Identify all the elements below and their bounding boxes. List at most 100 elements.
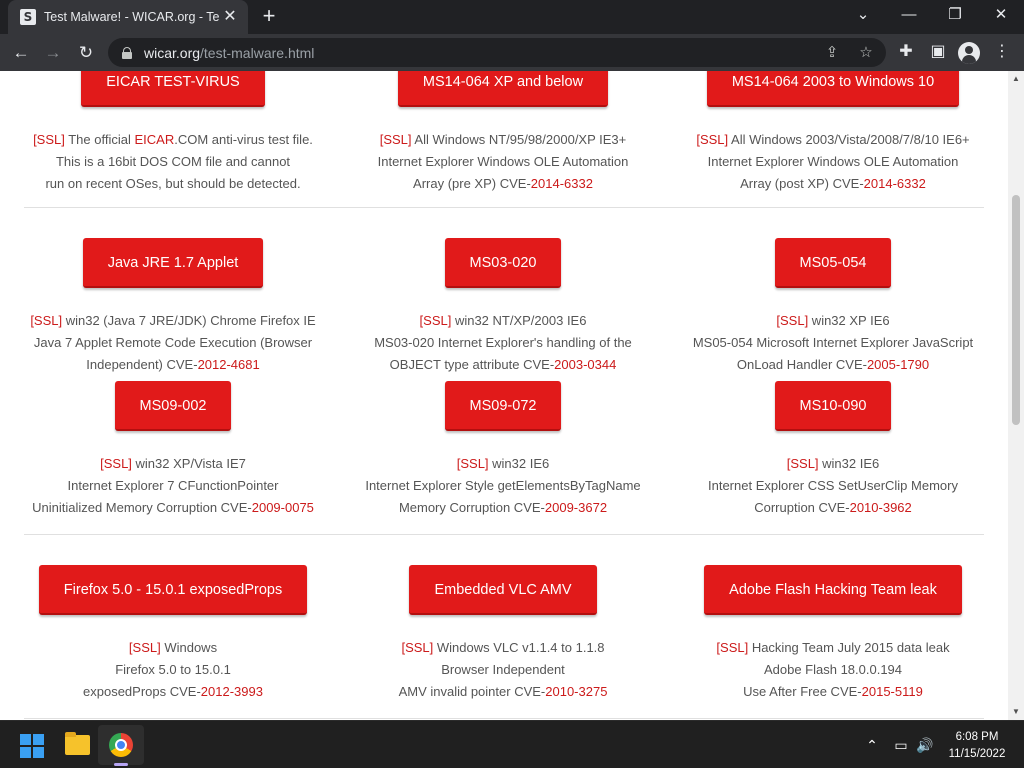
scroll-up-arrow-icon[interactable]: ▲: [1008, 71, 1024, 87]
file-explorer-icon[interactable]: [65, 732, 90, 755]
browser-tab[interactable]: S Test Malware! - WICAR.org - Test ✕: [8, 0, 248, 34]
extensions-puzzle-icon[interactable]: ✚: [894, 40, 918, 64]
restore-button[interactable]: ❐: [932, 0, 978, 30]
system-clock[interactable]: 6:08 PM 11/15/2022: [942, 729, 1012, 763]
network-icon[interactable]: ▭: [890, 735, 912, 755]
scroll-down-arrow-icon[interactable]: ▼: [1008, 704, 1024, 720]
reload-button[interactable]: ↻: [73, 40, 99, 66]
section-divider: [24, 718, 984, 719]
exploit-test-button[interactable]: MS14-064 2003 to Windows 10: [706, 71, 960, 107]
ssl-link[interactable]: [SSL]: [30, 313, 62, 328]
description-line: [SSL] win32 IE6: [668, 453, 998, 475]
exploit-description: [SSL] All Windows 2003/Vista/2008/7/8/10…: [668, 129, 998, 195]
volume-icon[interactable]: 🔊: [914, 735, 936, 755]
windows-start-icon[interactable]: [20, 734, 44, 758]
ssl-link[interactable]: [SSL]: [716, 640, 748, 655]
description-text: All Windows NT/95/98/2000/XP IE3+: [411, 132, 627, 147]
clock-date: 11/15/2022: [948, 748, 1006, 760]
lock-icon[interactable]: [122, 46, 132, 59]
forward-button[interactable]: →: [40, 40, 66, 66]
exploit-test-button[interactable]: Java JRE 1.7 Applet: [82, 238, 264, 288]
chrome-icon[interactable]: [109, 733, 133, 757]
ssl-link[interactable]: [SSL]: [420, 313, 452, 328]
description-line: [SSL] win32 IE6: [338, 453, 668, 475]
description-line: [SSL] Windows VLC v1.1.4 to 1.1.8: [338, 637, 668, 659]
tab-search-chevron-icon[interactable]: ⌄: [840, 0, 886, 30]
exploit-test-button[interactable]: MS09-072: [444, 381, 562, 431]
ssl-link[interactable]: [SSL]: [100, 456, 132, 471]
reference-link[interactable]: 2009-3672: [545, 500, 607, 515]
ssl-link[interactable]: [SSL]: [776, 313, 808, 328]
description-line: [SSL] win32 XP/Vista IE7: [8, 453, 338, 475]
ssl-link[interactable]: [SSL]: [380, 132, 412, 147]
section-divider: [24, 534, 984, 535]
ssl-link[interactable]: [SSL]: [696, 132, 728, 147]
url-path: /test-malware.html: [200, 44, 315, 61]
menu-kebab-icon[interactable]: ⋮: [990, 40, 1014, 64]
exploit-test-button[interactable]: MS05-054: [774, 238, 892, 288]
description-line: Array (pre XP) CVE-2014-6332: [338, 173, 668, 195]
reference-link[interactable]: 2014-6332: [864, 176, 926, 191]
exploit-cell: Embedded VLC AMV [SSL] Windows VLC v1.1.4…: [338, 565, 668, 703]
exploit-test-button[interactable]: MS10-090: [774, 381, 892, 431]
tray-chevron-up-icon[interactable]: ⌃: [862, 735, 882, 755]
back-button[interactable]: ←: [8, 40, 34, 66]
description-text: Firefox 5.0 to 15.0.1: [115, 662, 231, 677]
exploit-description: [SSL] Hacking Team July 2015 data leak Ad…: [668, 637, 998, 703]
exploit-test-button[interactable]: MS03-020: [444, 238, 562, 288]
description-text: Adobe Flash 18.0.0.194: [763, 662, 903, 677]
ssl-link[interactable]: [SSL]: [457, 456, 489, 471]
reference-link[interactable]: 2005-1790: [867, 357, 929, 372]
exploit-cell: Java JRE 1.7 Applet [SSL] win32 (Java 7 J…: [8, 238, 338, 376]
description-line: Internet Explorer Windows OLE Automation: [338, 151, 668, 173]
description-line: Use After Free CVE-2015-5119: [668, 681, 998, 703]
browser-toolbar: ← → ↻ wicar.org/test-malware.html ⇪ ☆ ✚ …: [0, 34, 1024, 71]
exploit-test-button[interactable]: MS14-064 XP and below: [397, 71, 609, 107]
page-scrollbar[interactable]: ▲ ▼: [1008, 71, 1024, 720]
site-favicon-icon: S: [20, 9, 36, 25]
clock-time: 6:08 PM: [955, 731, 999, 743]
description-text: win32 XP IE6: [808, 313, 890, 328]
new-tab-button[interactable]: +: [258, 5, 280, 28]
side-panel-icon[interactable]: ▣: [926, 40, 950, 64]
ssl-link[interactable]: [SSL]: [787, 456, 819, 471]
reference-link[interactable]: 2003-0344: [554, 357, 616, 372]
reference-link[interactable]: 2012-3993: [201, 684, 263, 699]
exploit-test-button[interactable]: EICAR TEST-VIRUS: [81, 71, 265, 107]
description-line: This is a 16bit DOS COM file and cannot: [8, 151, 338, 173]
ssl-link[interactable]: [SSL]: [401, 640, 433, 655]
exploit-test-button[interactable]: Adobe Flash Hacking Team leak: [704, 565, 962, 615]
profile-avatar[interactable]: [958, 42, 980, 64]
reference-link[interactable]: 2014-6332: [531, 176, 593, 191]
exploit-cell: Firefox 5.0 - 15.0.1 exposedProps [SSL] W…: [8, 565, 338, 703]
reference-link[interactable]: EICAR: [134, 132, 174, 147]
reference-link[interactable]: 2010-3275: [545, 684, 607, 699]
reference-link[interactable]: 2012-4681: [198, 357, 260, 372]
bookmark-star-icon[interactable]: ☆: [856, 43, 876, 63]
description-text: win32 IE6: [818, 456, 880, 471]
close-tab-icon[interactable]: ✕: [222, 9, 238, 25]
section-divider: [24, 207, 984, 208]
minimize-button[interactable]: —: [886, 0, 932, 30]
exploit-description: [SSL] win32 XP/Vista IE7 Internet Explore…: [8, 453, 338, 519]
description-text: AMV invalid pointer CVE-: [398, 684, 546, 699]
close-window-button[interactable]: ✕: [978, 0, 1024, 30]
reference-link[interactable]: 2010-3962: [850, 500, 912, 515]
description-text: Internet Explorer Windows OLE Automation: [707, 154, 959, 169]
address-bar[interactable]: wicar.org/test-malware.html ⇪ ☆: [108, 38, 886, 67]
exploit-test-button[interactable]: Firefox 5.0 - 15.0.1 exposedProps: [38, 565, 308, 615]
reference-link[interactable]: 2009-0075: [252, 500, 314, 515]
url-host: wicar.org: [144, 44, 201, 61]
reference-link[interactable]: 2015-5119: [862, 684, 923, 699]
share-icon[interactable]: ⇪: [822, 43, 842, 63]
ssl-link[interactable]: [SSL]: [129, 640, 161, 655]
exploit-test-button[interactable]: Embedded VLC AMV: [409, 565, 597, 615]
scrollbar-thumb[interactable]: [1012, 195, 1020, 425]
description-text: Memory Corruption CVE-: [398, 500, 545, 515]
description-text: exposedProps CVE-: [83, 684, 201, 699]
description-text: Internet Explorer Style getElementsByTag…: [365, 478, 641, 493]
exploit-test-button[interactable]: MS09-002: [114, 381, 232, 431]
description-text: MS05-054 Microsoft Internet Explorer Jav…: [692, 335, 974, 350]
exploit-description: [SSL] win32 (Java 7 JRE/JDK) Chrome Fire…: [8, 310, 338, 376]
ssl-link[interactable]: [SSL]: [33, 132, 65, 147]
